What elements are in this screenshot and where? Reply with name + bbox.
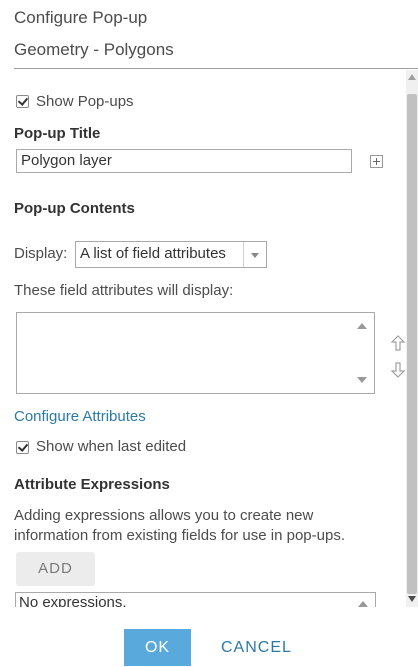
move-down-arrow-icon[interactable] [391, 362, 405, 378]
scroll-up-icon[interactable] [408, 74, 416, 80]
attribute-expressions-heading: Attribute Expressions [14, 476, 170, 493]
chevron-down-icon [251, 253, 259, 258]
popup-config-panel: Show Pop-ups Pop-up Title Polygon layer … [0, 70, 418, 607]
cancel-button[interactable]: CANCEL [221, 629, 291, 666]
ok-button[interactable]: OK [124, 629, 191, 666]
display-label: Display: [14, 245, 68, 262]
move-up-arrow-icon[interactable] [391, 335, 405, 351]
display-select-value: A list of field attributes [80, 245, 226, 262]
add-expression-button[interactable]: ADD [16, 552, 95, 586]
show-last-edited-checkbox[interactable] [16, 441, 29, 454]
add-field-plus-icon[interactable] [370, 155, 383, 168]
panel-scrollbar[interactable] [406, 70, 418, 607]
field-attributes-list[interactable] [16, 312, 375, 394]
fields-caption: These field attributes will display: [14, 282, 234, 299]
dialog-title: Configure Pop-up [14, 8, 148, 27]
scroll-down-icon[interactable] [408, 596, 416, 602]
show-last-edited-label: Show when last edited [36, 438, 187, 455]
popup-title-heading: Pop-up Title [14, 125, 101, 142]
no-expressions-text: No expressions. [19, 594, 127, 607]
display-select[interactable]: A list of field attributes [75, 241, 267, 268]
popup-contents-heading: Pop-up Contents [14, 200, 135, 217]
show-popups-label: Show Pop-ups [36, 93, 134, 110]
configure-attributes-link[interactable]: Configure Attributes [14, 408, 146, 425]
show-popups-checkbox[interactable] [16, 95, 29, 108]
expressions-list: No expressions. [15, 592, 376, 607]
list-scroll-up-icon[interactable] [357, 323, 367, 329]
list-scroll-down-icon[interactable] [357, 377, 367, 383]
select-separator [243, 242, 244, 267]
dialog-header: Configure Pop-up Geometry - Polygons [0, 0, 418, 70]
popup-title-input[interactable]: Polygon layer [16, 149, 352, 173]
header-divider [14, 68, 418, 69]
scrollbar-thumb[interactable] [407, 94, 417, 594]
dialog-subtitle: Geometry - Polygons [14, 40, 174, 59]
expressions-description: Adding expressions allows you to create … [14, 507, 345, 544]
dialog-footer: OK CANCEL [0, 607, 418, 667]
